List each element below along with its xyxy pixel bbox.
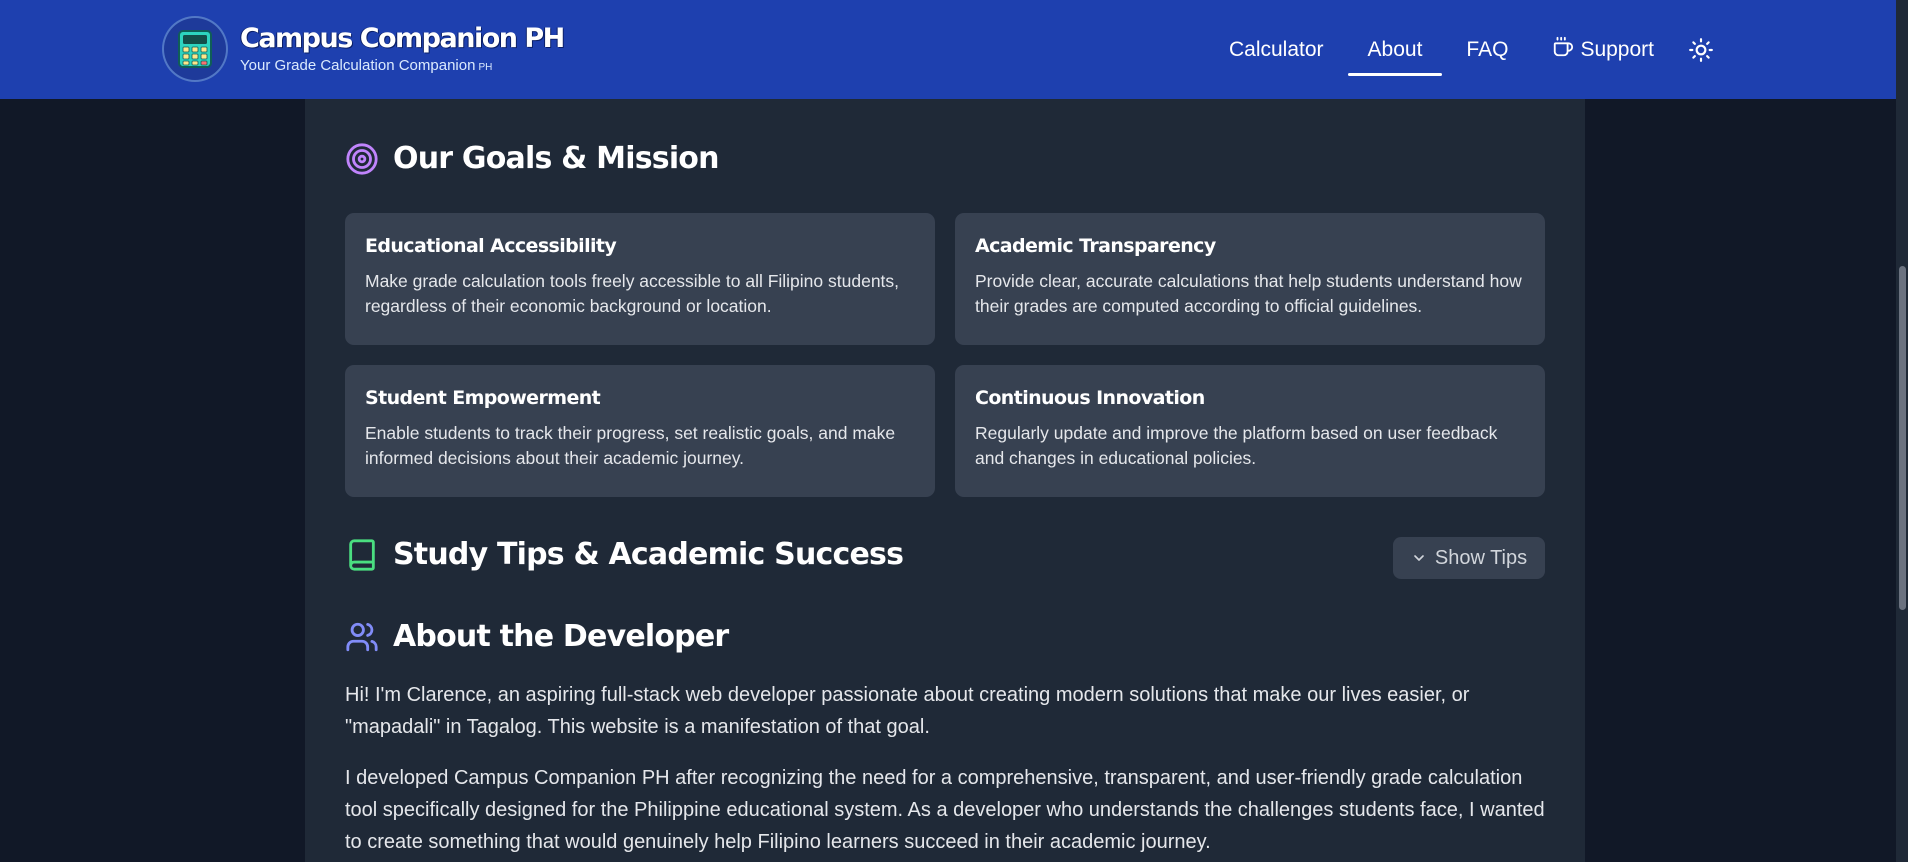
goal-card-title: Academic Transparency [975,235,1216,257]
goals-grid: Educational Accessibility Make grade cal… [345,213,1545,497]
chevron-down-icon [1414,555,1424,561]
brand-subtitle-text: Your Grade Calculation Companion [240,57,476,74]
coffee-icon [1552,36,1574,64]
goal-card: Student Empowerment Enable students to t… [345,365,935,497]
goal-card: Educational Accessibility Make grade cal… [345,213,935,345]
target-icon [346,142,378,175]
goal-card-desc: Regularly update and improve the platfor… [975,423,1498,468]
tips-title: Study Tips & Academic Success [393,537,904,572]
developer-paragraph: Hi! I'm Clarence, an aspiring full-stack… [345,684,1470,738]
users-icon [346,622,378,651]
show-tips-label: Show Tips [1434,546,1528,569]
nav-calculator[interactable]: Calculator [1229,0,1324,99]
book-icon [349,538,375,571]
goal-card: Continuous Innovation Regularly update a… [955,365,1545,497]
about-panel: Our Goals & Mission Educational Accessib… [305,99,1585,862]
goal-card-desc: Make grade calculation tools freely acce… [365,271,900,316]
developer-title: About the Developer [393,619,729,654]
show-tips-button[interactable]: Show Tips [1393,537,1545,579]
developer-paragraph: I developed Campus Companion PH after re… [345,767,1545,853]
goals-title: Our Goals & Mission [393,141,719,176]
calculator-icon [162,16,228,82]
sun-icon [1689,37,1713,62]
developer-heading: About the Developer [345,619,729,654]
brand-subtitle: Your Grade Calculation Companion PH [240,57,564,74]
nav-faq[interactable]: FAQ [1466,0,1508,99]
theme-toggle-button[interactable] [1688,37,1714,63]
goal-card-desc: Provide clear, accurate calculations tha… [975,271,1522,316]
scrollbar-thumb[interactable] [1899,266,1906,610]
brand[interactable]: Campus Companion PH Your Grade Calculati… [162,16,565,82]
goal-card-title: Student Empowerment [365,387,601,409]
brand-title: Campus Companion PH [240,23,565,54]
page-scrollbar[interactable] [1896,0,1908,862]
goals-heading: Our Goals & Mission [345,141,719,176]
nav-about[interactable]: About [1347,0,1443,99]
nav-support[interactable]: Support [1552,0,1654,99]
navbar: Campus Companion PH Your Grade Calculati… [0,0,1896,99]
main-nav: Calculator About FAQ Support [1185,0,1714,99]
tips-heading: Study Tips & Academic Success [345,537,904,572]
goal-card-desc: Enable students to track their progress,… [365,423,896,468]
goal-card: Academic Transparency Provide clear, acc… [955,213,1545,345]
goal-card-title: Educational Accessibility [365,235,617,257]
goal-card-title: Continuous Innovation [975,387,1205,409]
brand-subtitle-suffix: PH [478,62,493,73]
nav-support-label: Support [1580,37,1654,61]
